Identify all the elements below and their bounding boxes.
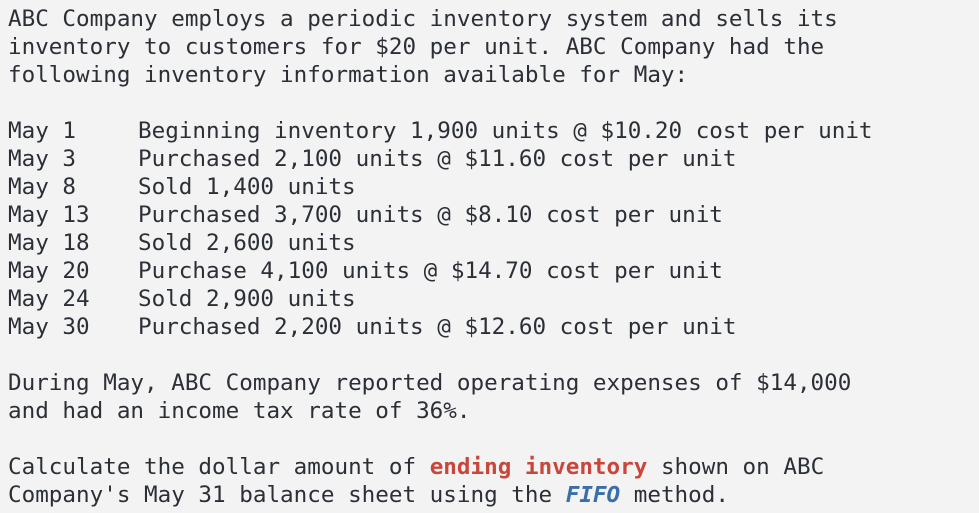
transaction-description: Purchased 2,200 units @ $12.60 cost per … [138,314,737,340]
question-text: Calculate the dollar amount of [8,454,430,480]
expenses-paragraph: During May, ABC Company reported operati… [8,370,852,424]
transaction-description: Beginning inventory 1,900 units @ $10.20… [138,118,873,144]
transaction-date: May 24 [8,286,90,312]
transaction-row: May 1 Beginning inventory 1,900 units @ $… [8,117,979,145]
question-paragraph: Calculate the dollar amount of ending in… [8,453,979,509]
transaction-date: May 18 [8,230,90,256]
transaction-date: May 30 [8,314,90,340]
transaction-description: Purchased 2,100 units @ $11.60 cost per … [138,146,737,172]
intro-paragraph: ABC Company employs a periodic inventory… [8,6,838,88]
transaction-date: May 8 [8,174,77,200]
transaction-description: Purchased 3,700 units @ $8.10 cost per u… [138,202,723,228]
transaction-description: Sold 2,600 units [138,230,356,256]
transaction-description: Sold 2,900 units [138,286,356,312]
transaction-row: May 13 Purchased 3,700 units @ $8.10 cost… [8,201,979,229]
transaction-date: May 3 [8,146,77,172]
transaction-row: May 8 Sold 1,400 units [8,173,979,201]
transaction-row: May 3 Purchased 2,100 units @ $11.60 cost… [8,145,979,173]
transaction-list: May 1 Beginning inventory 1,900 units @ $… [8,117,979,341]
transaction-description: Sold 1,400 units [138,174,356,200]
fifo-highlight: FIFO [565,482,621,508]
transaction-row: May 30 Purchased 2,200 units @ $12.60 cos… [8,313,979,341]
problem-document: ABC Company employs a periodic inventory… [0,0,979,509]
transaction-date: May 13 [8,202,90,228]
question-text: method. [620,482,729,508]
ending-inventory-highlight: ending inventory [429,454,648,480]
transaction-date: May 1 [8,118,77,144]
transaction-description: Purchase 4,100 units @ $14.70 cost per u… [138,258,723,284]
transaction-row: May 18 Sold 2,600 units [8,229,979,257]
transaction-row: May 24 Sold 2,900 units [8,285,979,313]
transaction-date: May 20 [8,258,90,284]
transaction-row: May 20 Purchase 4,100 units @ $14.70 cost… [8,257,979,285]
